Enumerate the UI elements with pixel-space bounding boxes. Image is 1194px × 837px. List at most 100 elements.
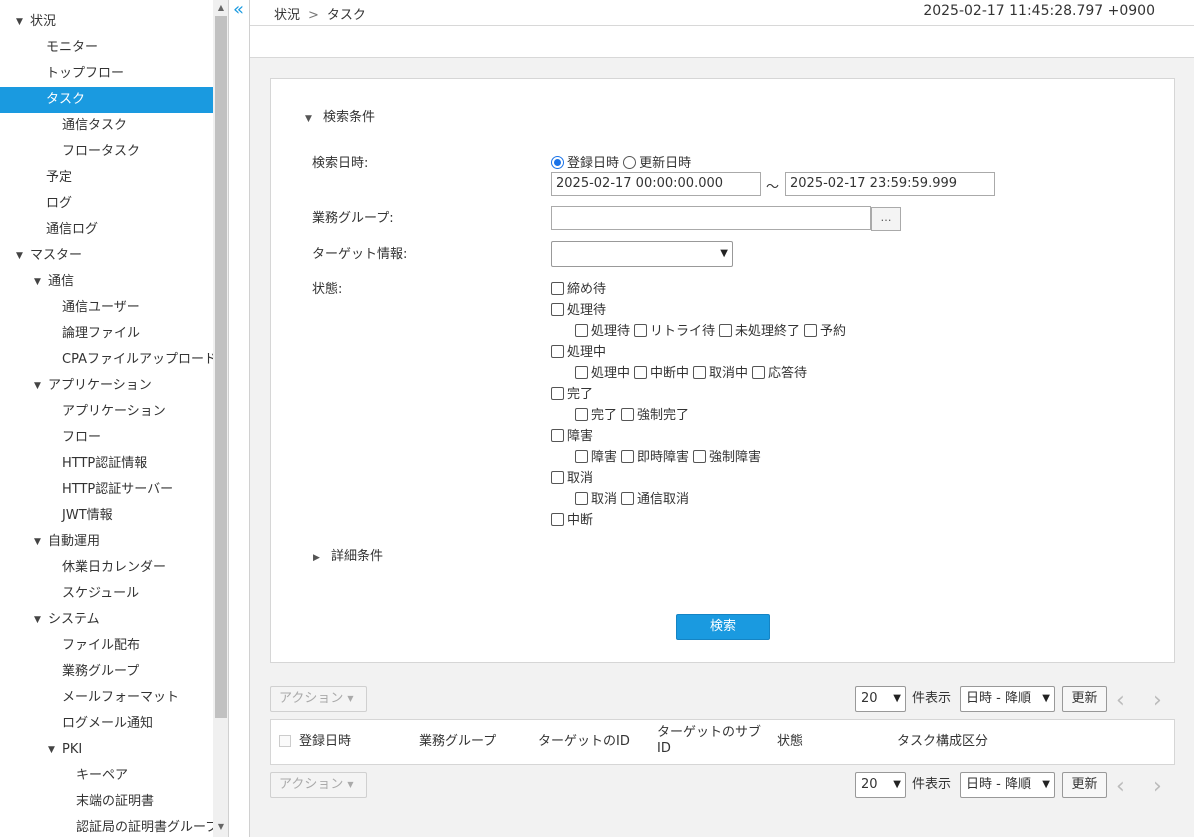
sidebar-item[interactable]: 自動運用: [0, 529, 213, 555]
sidebar-item[interactable]: メールフォーマット: [0, 685, 213, 711]
search-conditions-toggle[interactable]: ▼ 検索条件: [305, 106, 375, 125]
sidebar-item[interactable]: CPAファイルアップロード: [0, 347, 217, 373]
scroll-up-icon[interactable]: ▲: [213, 0, 228, 16]
action-dropdown-top[interactable]: アクション ▼: [270, 686, 367, 712]
sidebar-item[interactable]: フロータスク: [0, 139, 213, 165]
sidebar-item[interactable]: PKI: [0, 737, 213, 763]
status-sub-checkbox[interactable]: リトライ待: [634, 324, 715, 339]
page-size-value: 20: [861, 777, 878, 792]
checkbox-icon: [634, 366, 648, 379]
status-sub-checkbox[interactable]: 未処理終了: [719, 324, 800, 339]
page-size-select-top[interactable]: 20 ▼: [855, 686, 906, 712]
next-page-icon[interactable]: ›: [1153, 774, 1162, 800]
status-sub-checkbox[interactable]: 強制完了: [621, 408, 689, 423]
next-page-icon[interactable]: ›: [1153, 688, 1162, 714]
sidebar-item[interactable]: モニター: [0, 35, 213, 61]
sidebar-item[interactable]: 通信ユーザー: [0, 295, 213, 321]
status-checkbox[interactable]: 処理中: [551, 341, 606, 360]
sidebar-item[interactable]: 予定: [0, 165, 213, 191]
column-header-task-type[interactable]: タスク構成区分: [897, 734, 988, 750]
select-all-checkbox[interactable]: [279, 735, 291, 747]
status-sub-checkbox[interactable]: 応答待: [752, 366, 807, 381]
status-checkbox[interactable]: 処理待: [551, 299, 606, 318]
detail-conditions-toggle[interactable]: ▶ 詳細条件: [313, 545, 383, 564]
sidebar-item[interactable]: ログメール通知: [0, 711, 213, 737]
status-checkbox[interactable]: 取消: [551, 467, 593, 486]
sidebar-item[interactable]: システム: [0, 607, 213, 633]
radio-registered[interactable]: 登録日時: [551, 156, 619, 171]
browse-group-button[interactable]: …: [871, 207, 901, 231]
sidebar-scrollbar[interactable]: ▲ ▼: [213, 0, 228, 837]
prev-page-icon[interactable]: ‹: [1116, 688, 1125, 714]
status-sub-checkbox[interactable]: 取消: [575, 492, 617, 507]
sidebar-item[interactable]: ログ: [0, 191, 213, 217]
status-sub-checkbox[interactable]: 処理中: [575, 366, 630, 381]
sidebar-item[interactable]: 認証局の証明書グループ: [0, 815, 218, 837]
status-sub-checkbox-label: 処理中: [591, 366, 631, 381]
sidebar-item[interactable]: 業務グループ: [0, 659, 213, 685]
sidebar-item[interactable]: スケジュール: [0, 581, 213, 607]
scroll-down-icon[interactable]: ▼: [213, 819, 228, 835]
sidebar-item-label: HTTP認証サーバー: [62, 482, 174, 497]
radio-updated[interactable]: 更新日時: [623, 156, 691, 171]
status-checkbox[interactable]: 完了: [551, 383, 593, 402]
sort-select-bottom[interactable]: 日時 - 降順 ▼: [960, 772, 1055, 798]
status-sub-checkbox[interactable]: 強制障害: [693, 450, 761, 465]
sidebar-item[interactable]: HTTP認証サーバー: [0, 477, 213, 503]
sidebar-item[interactable]: HTTP認証情報: [0, 451, 213, 477]
column-header-target-id[interactable]: ターゲットのID: [538, 734, 630, 750]
status-sub-checkbox[interactable]: 中断中: [634, 366, 689, 381]
sidebar-item[interactable]: トップフロー: [0, 61, 213, 87]
page-size-select-bottom[interactable]: 20 ▼: [855, 772, 906, 798]
collapse-sidebar-icon[interactable]: «: [233, 0, 244, 20]
sidebar-item[interactable]: フロー: [0, 425, 213, 451]
sidebar-item[interactable]: 通信: [0, 269, 213, 295]
date-from-input[interactable]: 2025-02-17 00:00:00.000: [551, 172, 761, 196]
date-to-input[interactable]: 2025-02-17 23:59:59.999: [785, 172, 995, 196]
status-checkbox-label: 処理中: [567, 345, 607, 360]
scrollbar-thumb[interactable]: [215, 16, 227, 718]
breadcrumb-item-status[interactable]: 状況: [274, 8, 300, 23]
sort-select-top[interactable]: 日時 - 降順 ▼: [960, 686, 1055, 712]
checkbox-icon: [621, 450, 635, 463]
sidebar-item[interactable]: 論理ファイル: [0, 321, 213, 347]
column-header-status[interactable]: 状態: [777, 734, 803, 750]
action-dropdown-bottom[interactable]: アクション ▼: [270, 772, 367, 798]
sidebar-item[interactable]: アプリケーション: [0, 399, 213, 425]
sidebar-item[interactable]: JWT情報: [0, 503, 213, 529]
search-button[interactable]: 検索: [676, 614, 770, 640]
status-checkbox[interactable]: 障害: [551, 425, 593, 444]
sidebar-item[interactable]: 通信タスク: [0, 113, 213, 139]
status-sub-checkbox[interactable]: 処理待: [575, 324, 630, 339]
sidebar-item[interactable]: 休業日カレンダー: [0, 555, 213, 581]
chevron-down-icon: ▼: [893, 693, 901, 704]
status-checkbox-label: 障害: [567, 429, 594, 444]
sort-value: 日時 - 降順: [966, 777, 1031, 792]
sidebar-item[interactable]: 末端の証明書: [0, 789, 213, 815]
column-header-registered[interactable]: 登録日時: [299, 734, 351, 750]
sidebar-item[interactable]: キーペア: [0, 763, 213, 789]
status-sub-checkbox[interactable]: 取消中: [693, 366, 748, 381]
target-select[interactable]: ▼: [551, 241, 733, 267]
status-sub-checkbox[interactable]: 通信取消: [621, 492, 689, 507]
status-sub-checkbox[interactable]: 即時障害: [621, 450, 689, 465]
business-group-input[interactable]: [551, 206, 871, 230]
sidebar-item-label: ファイル配布: [62, 638, 141, 653]
sidebar-item-label: アプリケーション: [62, 404, 166, 419]
refresh-button-top[interactable]: 更新: [1062, 686, 1107, 712]
sidebar-item[interactable]: アプリケーション: [0, 373, 213, 399]
sidebar-item[interactable]: マスター: [0, 243, 213, 269]
sidebar-item[interactable]: 通信ログ: [0, 217, 213, 243]
status-checkbox[interactable]: 締め待: [551, 278, 606, 297]
refresh-button-bottom[interactable]: 更新: [1062, 772, 1107, 798]
column-header-target-sub-id[interactable]: ターゲットのサブ ID: [657, 725, 762, 757]
sidebar-item[interactable]: ファイル配布: [0, 633, 213, 659]
status-sub-checkbox[interactable]: 予約: [804, 324, 846, 339]
sidebar-item[interactable]: タスク: [0, 87, 213, 113]
column-header-group[interactable]: 業務グループ: [419, 734, 496, 750]
status-sub-checkbox[interactable]: 完了: [575, 408, 617, 423]
status-checkbox[interactable]: 中断: [551, 509, 593, 528]
status-sub-checkbox[interactable]: 障害: [575, 450, 617, 465]
sidebar-item[interactable]: 状況: [0, 9, 213, 35]
prev-page-icon[interactable]: ‹: [1116, 774, 1125, 800]
